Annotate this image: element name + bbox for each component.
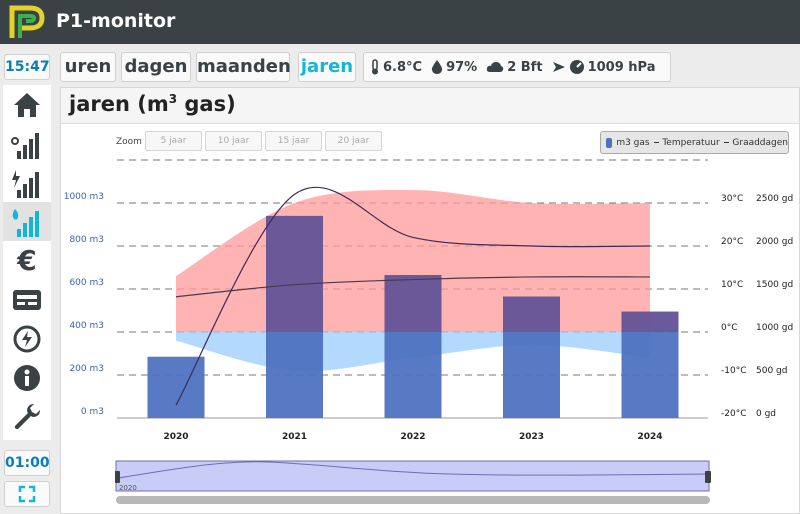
- pressure-gauge-icon: [569, 59, 585, 75]
- page-title-suffix: gas): [177, 92, 236, 116]
- x-tick-label: 2023: [519, 432, 544, 442]
- page-title-superscript: 3: [168, 92, 178, 106]
- legend-line-temperature: [653, 142, 660, 143]
- p1-logo-icon: [9, 5, 45, 38]
- y-tick-label-temperature: 10°C: [721, 280, 743, 290]
- bar-overlay-2021: [266, 215, 323, 332]
- zoom-15-years-button[interactable]: 15 jaar: [265, 131, 322, 151]
- y-tick-label-temperature: -10°C: [721, 366, 746, 376]
- sidebar: €: [3, 85, 51, 440]
- fullscreen-button[interactable]: [4, 481, 50, 507]
- legend-line-degree-days: [723, 142, 730, 143]
- y-tick-label-m3: 600 m3: [69, 278, 104, 288]
- wind-value: 2 Bft: [507, 59, 543, 75]
- bar-overlay-2024: [621, 311, 679, 332]
- y-tick-label-m3: 400 m3: [69, 321, 104, 331]
- euro-icon: €: [17, 244, 37, 277]
- refresh-timer: 01:00: [4, 450, 50, 476]
- zoom-5-years-button[interactable]: 5 jaar: [145, 131, 202, 151]
- x-tick-label: 2020: [163, 432, 188, 442]
- panel-header: jaren (m3 gas): [61, 88, 799, 124]
- power-bars-icon: [12, 169, 39, 198]
- bar-2020: [147, 356, 205, 418]
- y-tick-label-degree-days: 2500 gd: [756, 194, 793, 204]
- sidebar-item-realtime[interactable]: [3, 319, 51, 358]
- chart-navigator[interactable]: 2020: [115, 459, 715, 507]
- clock-power-icon: [13, 325, 41, 352]
- thermometer-icon: [370, 59, 380, 75]
- fullscreen-icon: [18, 485, 36, 503]
- tab-uren[interactable]: uren: [60, 52, 116, 82]
- meter-card-icon: [13, 289, 41, 310]
- y-tick-label-degree-days: 1500 gd: [756, 280, 793, 290]
- navigator-right-handle[interactable]: [705, 471, 711, 483]
- legend-item-gas[interactable]: m3 gas: [616, 138, 649, 148]
- y-tick-label-m3: 1000 m3: [64, 192, 104, 202]
- zoom-10-years-button[interactable]: 10 jaar: [205, 131, 262, 151]
- y-tick-label-m3: 200 m3: [69, 364, 104, 374]
- sidebar-item-settings[interactable]: [3, 397, 51, 436]
- y-tick-label-degree-days: 0 gd: [756, 409, 776, 419]
- clock-display: 15:47: [4, 54, 50, 80]
- wind-cloud-icon: [486, 60, 504, 74]
- top-bar: P1-monitor: [0, 0, 800, 44]
- tab-jaren[interactable]: jaren: [298, 52, 356, 82]
- sidebar-item-info[interactable]: [3, 358, 51, 397]
- gas-bars-icon: [12, 208, 39, 237]
- y-tick-label-degree-days: 500 gd: [756, 366, 787, 376]
- y-tick-label-m3: 0 m3: [81, 407, 104, 417]
- tab-dagen[interactable]: dagen: [121, 52, 191, 82]
- legend-item-degree-days[interactable]: Graaddagen: [732, 138, 788, 148]
- wrench-icon: [14, 403, 41, 429]
- y-tick-label-temperature: -20°C: [721, 409, 746, 419]
- app-title: P1-monitor: [56, 10, 176, 32]
- humidity-icon: [431, 59, 443, 75]
- x-tick-label: 2022: [400, 432, 425, 442]
- navigator-left-handle[interactable]: [115, 471, 120, 483]
- bar-overlay-2022: [384, 275, 442, 332]
- zoom-20-years-button[interactable]: 20 jaar: [325, 131, 382, 151]
- y-tick-label-temperature: 0°C: [721, 323, 738, 333]
- legend-swatch-gas: [606, 137, 613, 148]
- sidebar-item-overview[interactable]: [3, 124, 51, 163]
- x-tick-label: 2021: [282, 432, 307, 442]
- x-tick-label: 2024: [637, 432, 662, 442]
- y-tick-label-degree-days: 1000 gd: [756, 323, 793, 333]
- page-title-text: jaren (m: [69, 92, 169, 116]
- y-tick-label-m3: 800 m3: [69, 235, 104, 245]
- y-tick-label-degree-days: 2000 gd: [756, 237, 793, 247]
- navigator-label: 2020: [119, 484, 137, 492]
- bar-overlay-2023: [503, 296, 560, 332]
- y-tick-label-temperature: 30°C: [721, 194, 743, 204]
- navigator-scrollbar[interactable]: [116, 496, 710, 504]
- legend-item-temperature[interactable]: Temperatuur: [662, 138, 719, 148]
- home-icon: [14, 92, 40, 117]
- sidebar-item-home[interactable]: [3, 85, 51, 124]
- temperature-value: 6.8°C: [383, 59, 423, 75]
- tab-maanden[interactable]: maanden: [196, 52, 291, 82]
- sidebar-item-meter[interactable]: [3, 280, 51, 319]
- gas-chart: 2020 2021 2022 2023 2024 0 m3 200 m3 400 m3 600 …: [64, 159, 793, 442]
- signal-bars-icon: [11, 132, 39, 159]
- weather-bar: 6.8°C 97% 2 Bft 1009 hPa: [363, 52, 671, 82]
- sidebar-item-costs[interactable]: €: [3, 241, 51, 280]
- info-icon: [14, 364, 40, 391]
- sidebar-item-gas[interactable]: [3, 202, 51, 241]
- wind-direction-icon: [552, 61, 566, 73]
- sidebar-item-power[interactable]: [3, 163, 51, 202]
- humidity-value: 97%: [446, 59, 478, 75]
- y-tick-label-temperature: 20°C: [721, 237, 743, 247]
- page-title: jaren (m3 gas): [69, 92, 236, 116]
- pressure-value: 1009 hPa: [587, 59, 656, 75]
- zoom-label: Zoom: [116, 137, 142, 147]
